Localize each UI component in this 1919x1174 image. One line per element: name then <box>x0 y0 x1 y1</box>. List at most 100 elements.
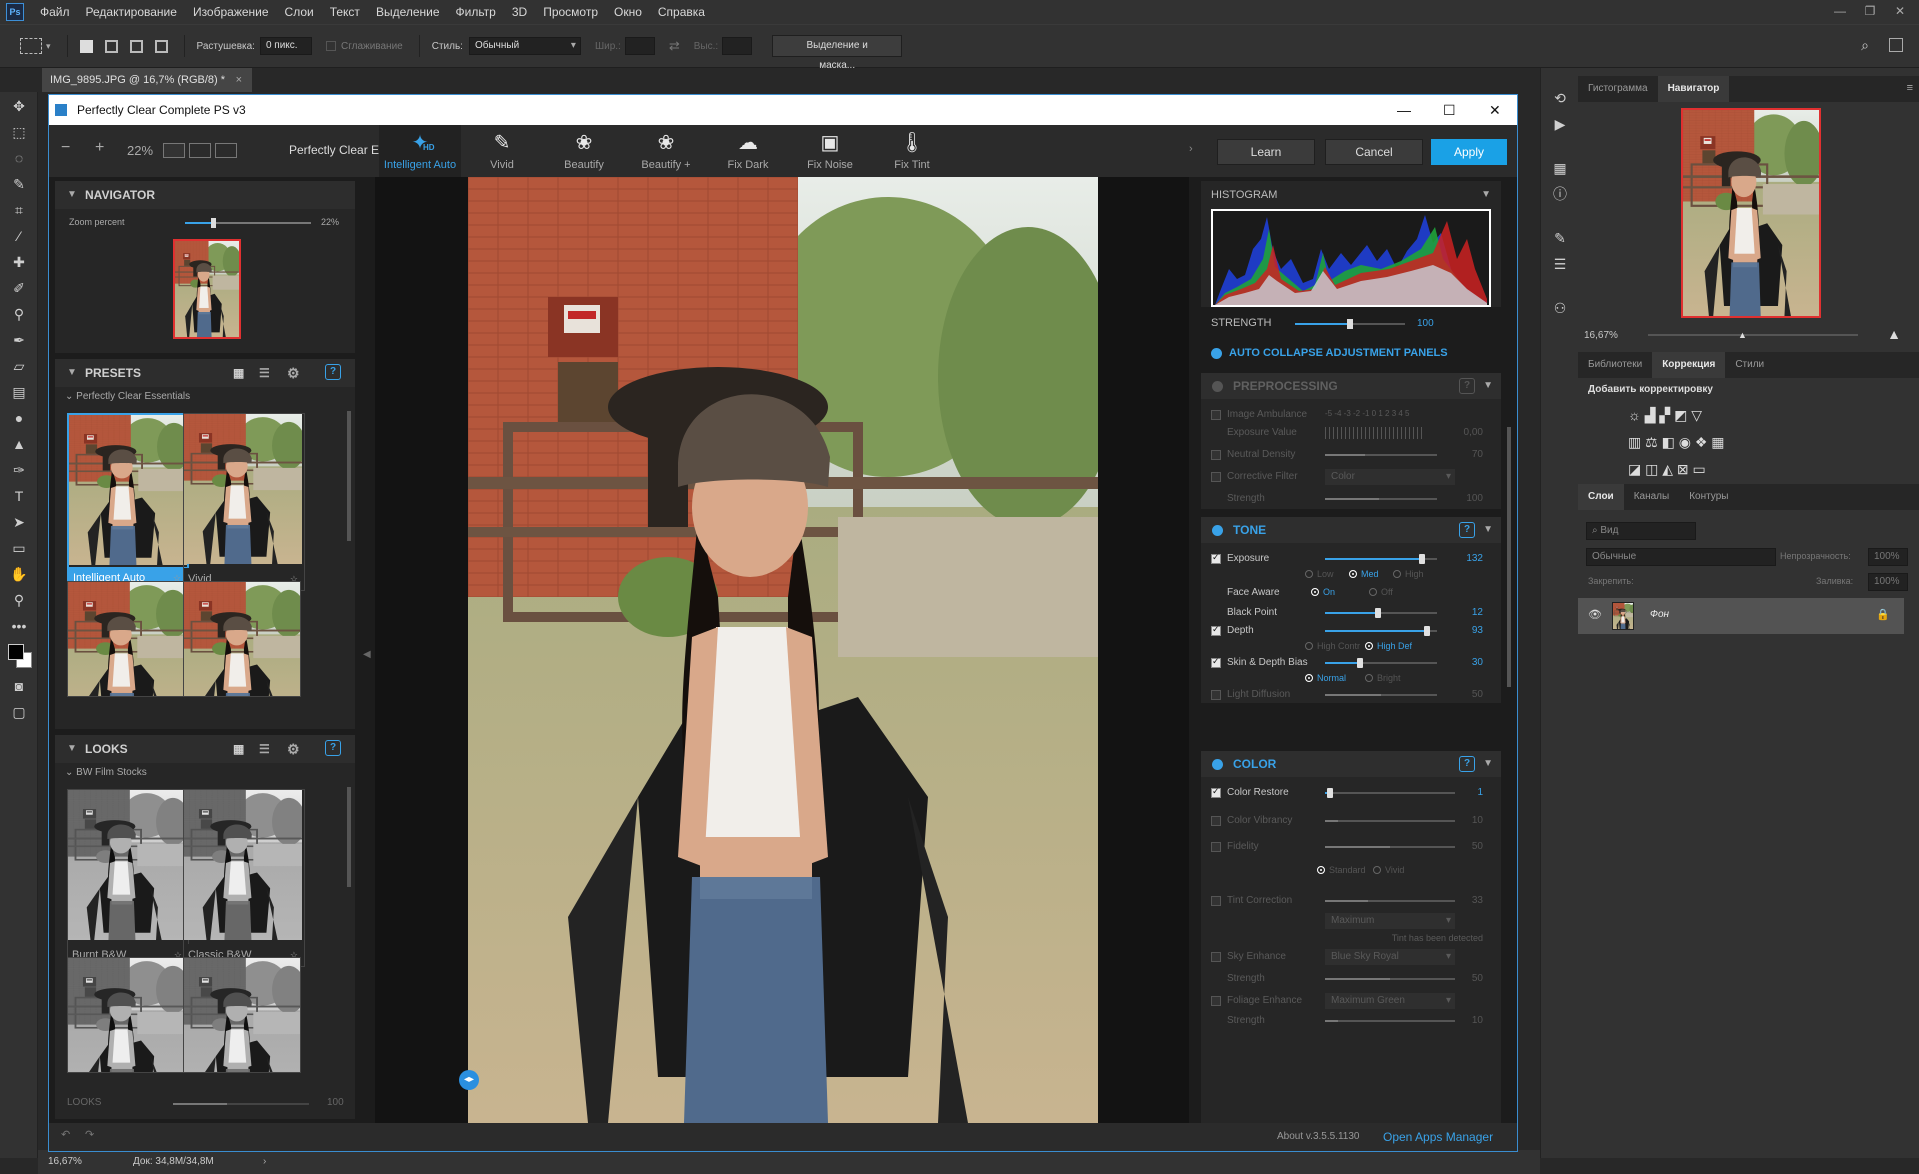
antialias-checkbox[interactable] <box>325 41 336 51</box>
invert-icon[interactable]: ◪ <box>1628 461 1641 477</box>
looks-strength-slider[interactable] <box>173 1103 309 1105</box>
image-canvas[interactable]: ◂▸ <box>375 177 1189 1123</box>
chevron-down-icon[interactable]: ▼ <box>1483 517 1493 543</box>
radio-option[interactable]: High <box>1393 569 1424 579</box>
menu-item[interactable]: Справка <box>650 0 713 24</box>
zoom-out-icon[interactable]: − <box>61 139 70 157</box>
curves-icon[interactable]: ▞ <box>1659 407 1670 423</box>
light-diffusion-slider[interactable] <box>1325 694 1437 696</box>
preset-thumbnail[interactable] <box>67 581 185 697</box>
preprocessing-header[interactable]: PREPROCESSING? ▼ <box>1201 373 1501 399</box>
radio-option[interactable]: Bright <box>1365 673 1401 683</box>
looks-header[interactable]: ▼ LOOKS ▦ ☰ ⚙ ? <box>55 735 355 763</box>
toggle-dot-icon[interactable] <box>1212 525 1223 536</box>
hand-tool-icon[interactable]: ✋ <box>8 564 30 584</box>
panel-tab[interactable]: Навигатор <box>1657 76 1730 102</box>
menu-item[interactable]: Окно <box>606 0 650 24</box>
hue-icon[interactable]: ▥ <box>1628 434 1641 450</box>
right-panel-scrollbar[interactable] <box>1507 427 1511 687</box>
radio-option[interactable]: Vivid <box>1373 865 1404 875</box>
brushes-icon[interactable]: ✎ <box>1549 228 1571 248</box>
history-brush-tool-icon[interactable]: ✒ <box>8 330 30 350</box>
light-diffusion-checkbox[interactable] <box>1211 690 1221 700</box>
help-icon[interactable]: ? <box>325 364 341 380</box>
visibility-eye-icon[interactable]: 👁 <box>1588 608 1602 621</box>
panel-tab[interactable]: Каналы <box>1624 484 1680 510</box>
move-tool-icon[interactable]: ✥ <box>8 96 30 116</box>
levels-icon[interactable]: ▟ <box>1645 407 1656 423</box>
restore-icon[interactable]: ❐ <box>1855 0 1885 22</box>
help-icon[interactable]: ? <box>1459 756 1475 772</box>
bw-icon[interactable]: ◧ <box>1662 434 1675 450</box>
add-selection-icon[interactable] <box>104 39 118 53</box>
radio-option[interactable]: Low <box>1305 569 1334 579</box>
tool-beautify[interactable]: ❀ Beautify <box>543 125 625 177</box>
looks-scrollbar[interactable] <box>347 787 351 887</box>
search-icon[interactable]: ⌕ <box>1861 37 1869 54</box>
healing-brush-tool-icon[interactable]: ✚ <box>8 252 30 272</box>
maximize-icon[interactable]: ☐ <box>1443 95 1456 125</box>
layer-row[interactable]: 👁 Фон 🔒 <box>1578 598 1904 634</box>
sky-mode-select[interactable]: Blue Sky Royal ▾ <box>1325 949 1455 965</box>
tint-correction-checkbox[interactable] <box>1211 896 1221 906</box>
tint-mode-select[interactable]: Maximum ▾ <box>1325 913 1455 929</box>
radio-option[interactable]: High Contr <box>1305 641 1360 651</box>
info-icon[interactable]: ⓘ <box>1549 184 1571 204</box>
menu-item[interactable]: Текст <box>322 0 368 24</box>
eyedropper-tool-icon[interactable]: ⁄ <box>8 226 30 246</box>
panel-tab[interactable]: Слои <box>1578 484 1624 510</box>
new-selection-icon[interactable] <box>79 39 93 53</box>
slider-knob[interactable] <box>1424 626 1430 636</box>
list-view-icon[interactable]: ☰ <box>259 735 270 763</box>
type-tool-icon[interactable]: T <box>8 486 30 506</box>
marquee-tool-icon[interactable] <box>20 38 42 54</box>
properties-icon[interactable]: ▦ <box>1549 158 1571 178</box>
gear-icon[interactable]: ⚙ <box>287 735 300 763</box>
menu-item[interactable]: Слои <box>277 0 322 24</box>
panel-tab[interactable]: Гистограмма <box>1578 76 1658 102</box>
gradient-map-icon[interactable]: ▭ <box>1693 461 1706 477</box>
zoom-in-icon[interactable]: + <box>95 139 104 157</box>
navigator-zoom-slider[interactable] <box>1648 334 1858 336</box>
list-view-icon[interactable]: ☰ <box>259 359 270 387</box>
look-thumbnail[interactable]: Classic B&W ☆ <box>183 789 305 967</box>
fidelity-checkbox[interactable] <box>1211 842 1221 852</box>
dodge-tool-icon[interactable]: ▲ <box>8 434 30 454</box>
about-version[interactable]: About v.3.5.5.1130 <box>1277 1131 1359 1142</box>
exposure-slider[interactable] <box>1325 554 1437 564</box>
slider-knob[interactable] <box>1357 658 1363 668</box>
look-thumbnail[interactable] <box>183 957 301 1073</box>
tint-correction-slider[interactable] <box>1325 900 1455 902</box>
slider-knob[interactable] <box>1419 554 1425 564</box>
blur-tool-icon[interactable]: ● <box>8 408 30 428</box>
color-vibrancy-checkbox[interactable] <box>1211 816 1221 826</box>
exposure-checkbox[interactable] <box>1211 552 1221 564</box>
color-restore-checkbox[interactable] <box>1211 786 1221 798</box>
brightness-icon[interactable]: ☼ <box>1628 407 1641 423</box>
path-selection-tool-icon[interactable]: ➤ <box>8 512 30 532</box>
height-input[interactable] <box>722 37 753 55</box>
minimize-icon[interactable]: — <box>1825 0 1855 22</box>
open-apps-manager-link[interactable]: Open Apps Manager <box>1383 1130 1493 1144</box>
skin-depth-checkbox[interactable] <box>1211 656 1221 668</box>
panel-menu-icon[interactable]: ≡ <box>1907 82 1913 94</box>
chevron-right-icon[interactable]: › <box>263 1150 266 1174</box>
side-by-side-icon[interactable] <box>215 143 237 158</box>
more-tools-icon[interactable]: ••• <box>8 616 30 636</box>
panel-tab[interactable]: Библиотеки <box>1578 352 1652 378</box>
feather-input[interactable]: 0 пикс. <box>259 37 312 55</box>
radio-option[interactable]: Med <box>1349 569 1379 579</box>
navigator-thumbnail[interactable] <box>173 239 241 339</box>
slider-knob[interactable] <box>1375 608 1381 618</box>
preset-thumbnail[interactable]: Intelligent Auto ☆ <box>67 413 189 591</box>
redo-icon[interactable]: ↷ <box>85 1128 94 1141</box>
menu-item[interactable]: 3D <box>504 0 535 24</box>
fill-input[interactable]: 100% <box>1868 573 1908 591</box>
help-icon[interactable]: ? <box>1459 522 1475 538</box>
sky-strength-slider[interactable] <box>1325 978 1455 980</box>
menu-item[interactable]: Фильтр <box>448 0 504 24</box>
image-ambulance-checkbox[interactable] <box>1211 410 1221 420</box>
compare-handle-icon[interactable]: ◂▸ <box>459 1070 479 1090</box>
posterize-icon[interactable]: ◫ <box>1645 461 1658 477</box>
lookup-icon[interactable]: ▦ <box>1711 434 1724 450</box>
